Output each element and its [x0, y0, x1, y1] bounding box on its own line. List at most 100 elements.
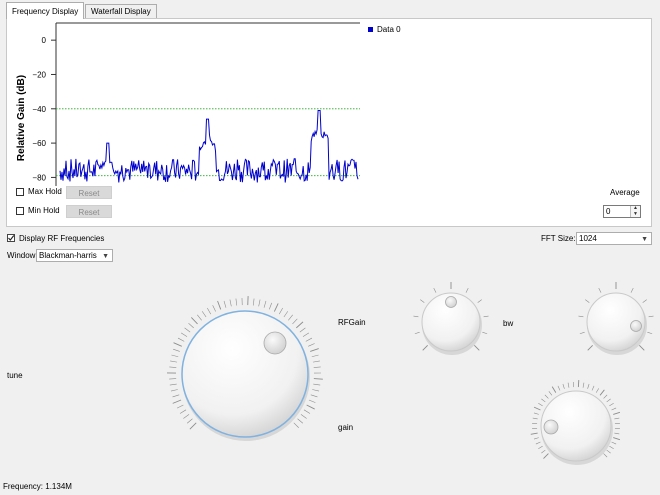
- knob-tick: [180, 332, 188, 337]
- knob-shadow: [587, 295, 647, 355]
- fft-size-label: FFT Size:: [541, 234, 576, 243]
- average-label: Average: [610, 188, 640, 197]
- max-hold-reset-button[interactable]: Reset: [66, 186, 112, 199]
- knob-tick: [313, 366, 321, 368]
- y-tick-label: 0: [42, 36, 47, 45]
- fft-size-select[interactable]: 1024 ▼: [576, 232, 652, 245]
- knob-shadow: [182, 313, 310, 441]
- knob-tick: [543, 453, 549, 459]
- max-hold-checkbox[interactable]: [16, 188, 24, 196]
- knob-tick: [303, 409, 311, 414]
- knob-indicator: [445, 296, 457, 308]
- legend-label: Data 0: [377, 25, 401, 34]
- rfgain-knob[interactable]: [413, 282, 489, 355]
- knob-tick: [611, 441, 617, 445]
- knob-tick: [191, 317, 198, 325]
- knob-tick: [308, 343, 315, 347]
- knob-tick: [639, 345, 645, 351]
- knob-tick: [312, 360, 320, 363]
- knob-tick: [541, 398, 546, 403]
- knob-tick: [598, 288, 602, 293]
- tab-frequency-display[interactable]: Frequency Display: [6, 2, 85, 19]
- frequency-plot: Relative Gain (dB) 0 −20 −40 −60 −80: [16, 22, 360, 186]
- knob-tick: [609, 445, 614, 450]
- knob-tick: [179, 409, 187, 414]
- knob-tick: [189, 422, 197, 430]
- knob-tick: [606, 449, 611, 454]
- frequency-status: Frequency: 1.134M: [3, 482, 72, 491]
- checkmark-icon: [8, 235, 15, 241]
- knob-tick: [278, 307, 283, 315]
- knob-tick: [173, 342, 182, 347]
- knob-tick: [413, 315, 419, 318]
- knob-tick: [310, 348, 319, 352]
- knob-tick: [474, 345, 480, 351]
- min-hold-checkbox[interactable]: [16, 207, 24, 215]
- knob-tick: [538, 445, 543, 450]
- knob-tick: [169, 366, 177, 368]
- knob-body: [421, 292, 481, 352]
- chevron-down-icon: ▼: [102, 253, 109, 260]
- knob-tick: [186, 418, 193, 424]
- knob-tick: [268, 302, 273, 310]
- knob-tick: [533, 412, 539, 415]
- knob-tick: [591, 385, 595, 391]
- chevron-down-icon: ▼: [641, 236, 648, 243]
- window-value: Blackman-harris: [39, 251, 97, 260]
- knob-tick: [422, 345, 428, 351]
- y-tick-label: −40: [32, 105, 46, 114]
- knob-tick: [197, 314, 202, 321]
- min-hold-reset-button[interactable]: Reset: [66, 205, 112, 218]
- tune-knob[interactable]: [167, 296, 323, 441]
- knob-tick: [223, 300, 227, 308]
- knob-tick: [482, 331, 488, 335]
- knob-tick: [207, 307, 212, 315]
- knob-tick: [414, 331, 420, 335]
- knob-shadow: [541, 393, 613, 465]
- knob-tick: [613, 437, 621, 441]
- knob-tick: [305, 337, 313, 342]
- knob-tick: [530, 432, 538, 435]
- knob-tick: [585, 299, 590, 303]
- knob-tick: [306, 404, 315, 410]
- knob-tick: [293, 422, 299, 428]
- knob-tick: [188, 322, 194, 329]
- window-label: Window:: [7, 251, 38, 260]
- fft-size-value: 1024: [579, 234, 597, 243]
- knob-tick: [538, 402, 543, 407]
- average-spinbox[interactable]: 0 ▲ ▼: [603, 205, 641, 218]
- knob-tick: [548, 391, 553, 396]
- spin-arrows-icon[interactable]: ▲ ▼: [630, 205, 640, 217]
- knob-tick: [297, 418, 304, 424]
- knob-tick: [283, 311, 289, 318]
- knob-tick: [263, 300, 267, 308]
- knob-tick: [299, 327, 306, 333]
- knob-tick: [312, 389, 320, 392]
- knob-shadow: [422, 295, 482, 355]
- gain-label: gain: [338, 423, 354, 432]
- knob-tick: [212, 305, 216, 312]
- gain-knob[interactable]: [530, 380, 621, 465]
- bw-knob[interactable]: [578, 282, 654, 355]
- knob-tick: [587, 345, 593, 351]
- knob-tick: [296, 321, 304, 329]
- knob-tick: [177, 337, 185, 342]
- knob-tick: [217, 300, 222, 310]
- display-rf-checkbox[interactable]: [7, 234, 15, 242]
- knob-tick: [292, 318, 298, 325]
- knob-tick: [229, 299, 232, 307]
- knob-tick: [465, 288, 469, 293]
- knob-tick: [648, 315, 654, 318]
- knob-tick: [544, 394, 549, 399]
- knob-tick: [578, 315, 584, 318]
- tab-waterfall-display[interactable]: Waterfall Display: [85, 4, 157, 18]
- y-tick-label: −20: [32, 70, 46, 79]
- knob-tick: [313, 383, 321, 386]
- y-axis-label: Relative Gain (dB): [16, 75, 27, 161]
- bw-label: bw: [503, 319, 514, 328]
- knob-tick: [603, 453, 608, 458]
- knob-tick: [170, 360, 178, 363]
- window-select[interactable]: Blackman-harris ▼: [36, 249, 113, 262]
- knob-tick: [541, 449, 546, 454]
- knob-tick: [300, 414, 307, 419]
